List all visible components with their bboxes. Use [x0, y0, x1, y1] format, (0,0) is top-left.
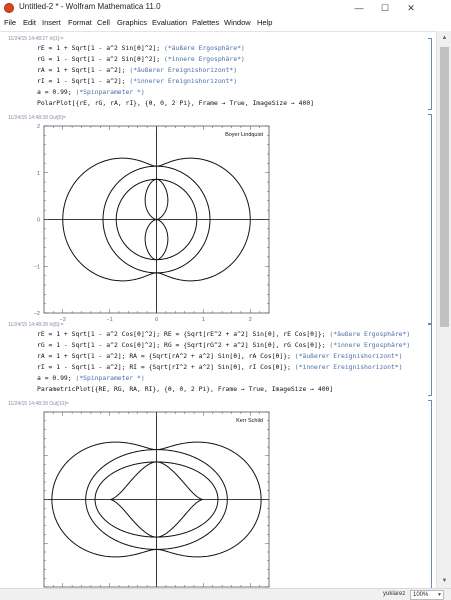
menu-evaluation[interactable]: Evaluation: [152, 18, 187, 27]
plot-annotation: Kerr Schild: [236, 418, 263, 424]
menu-file[interactable]: File: [4, 18, 16, 27]
plot-annotation: Boyer Lindquist: [225, 132, 263, 138]
code-line[interactable]: a = 0.99; (*Spinparameter *): [37, 88, 145, 96]
close-button[interactable]: ✕: [398, 0, 424, 16]
zoom-select[interactable]: 100% ▼: [410, 590, 444, 600]
notebook-area[interactable]: 11/24/15 14:48:27 In[1]:= rE = 1 + Sqrt[…: [0, 31, 436, 588]
cell-bracket[interactable]: [428, 324, 432, 396]
input-cell-label: 11/24/15 14:48:27 In[1]:=: [8, 36, 64, 42]
y-tick-label: −1: [34, 264, 40, 270]
code-line[interactable]: rE = 1 + Sqrt[1 - a^2 Sin[θ]^2]; (*äußer…: [37, 44, 245, 52]
scroll-down-arrow-icon[interactable]: ▼: [437, 574, 451, 588]
menu-insert[interactable]: Insert: [42, 18, 61, 27]
vertical-scrollbar[interactable]: ▲ ▼: [436, 31, 451, 588]
output-cell-label: 11/24/15 14:48:28 Out[6]=: [8, 115, 66, 121]
scrollbar-thumb[interactable]: [440, 47, 449, 327]
x-tick-label: 0: [155, 317, 158, 322]
code-line[interactable]: rA = 1 + Sqrt[1 - a^2]; RA = {Sqrt[rA^2 …: [37, 352, 403, 360]
minimize-button[interactable]: —: [346, 0, 372, 16]
menu-graphics[interactable]: Graphics: [117, 18, 147, 27]
status-bar: yuklarez 100% ▼: [0, 588, 451, 600]
cell-bracket[interactable]: [428, 400, 432, 588]
code-line[interactable]: a = 0.99; (*Spinparameter *): [37, 374, 145, 382]
x-tick-label: −1: [106, 317, 112, 322]
menu-bar: File Edit Insert Format Cell Graphics Ev…: [0, 16, 451, 30]
title-bar: Untitled-2 * - Wolfram Mathematica 11.0 …: [0, 0, 451, 16]
menu-help[interactable]: Help: [257, 18, 272, 27]
window-title: Untitled-2 * - Wolfram Mathematica 11.0: [19, 2, 161, 11]
y-tick-label: 2: [37, 124, 40, 130]
cell-bracket[interactable]: [428, 114, 432, 324]
code-line[interactable]: rI = 1 - Sqrt[1 - a^2]; (*innerer Ereign…: [37, 77, 237, 85]
x-tick-label: 2: [249, 317, 252, 322]
scroll-up-arrow-icon[interactable]: ▲: [437, 31, 451, 45]
polar-plot: −2 −1 0 1 2210−1−2Boyer Lindquist: [34, 124, 270, 323]
menu-format[interactable]: Format: [68, 18, 92, 27]
code-line[interactable]: PolarPlot[{rE, rG, rA, rI}, {θ, 0, 2 Pi}…: [37, 99, 314, 107]
output-cell-label: 11/24/15 14:48:28 Out[10]=: [8, 401, 69, 407]
code-line[interactable]: rG = 1 - Sqrt[1 - a^2 Cos[θ]^2]; RG = {S…: [37, 341, 410, 349]
cell-bracket[interactable]: [428, 38, 432, 110]
y-tick-label: 0: [37, 218, 40, 224]
code-line[interactable]: rA = 1 + Sqrt[1 - a^2]; (*äußerer Ereign…: [37, 66, 237, 74]
y-tick-label: −2: [34, 311, 40, 317]
menu-palettes[interactable]: Palettes: [192, 18, 219, 27]
code-line[interactable]: rG = 1 - Sqrt[1 - a^2 Sin[θ]^2]; (*inner…: [37, 55, 245, 63]
x-tick-label: 1: [202, 317, 205, 322]
output-plot-boyer-lindquist[interactable]: −2 −1 0 1 2 2 1 0 −1 −2 Boyer Lindquist: [0, 122, 428, 327]
code-line[interactable]: ParametricPlot[{RE, RG, RA, RI}, {θ, 0, …: [37, 385, 333, 393]
code-line[interactable]: rE = 1 + Sqrt[1 - a^2 Cos[θ]^2]; RE = {S…: [37, 330, 410, 338]
chevron-down-icon: ▼: [437, 592, 442, 598]
input-cell-label: 11/24/15 14:48:28 In[5]:=: [8, 322, 64, 328]
code-line[interactable]: rI = 1 - Sqrt[1 - a^2]; RI = {Sqrt[rI^2 …: [37, 363, 403, 371]
y-tick-label: 1: [37, 171, 40, 177]
output-plot-kerr-schild[interactable]: Kerr Schild: [0, 408, 428, 588]
menu-edit[interactable]: Edit: [23, 18, 36, 27]
menu-window[interactable]: Window: [224, 18, 251, 27]
parametric-plot: Kerr Schild: [43, 411, 270, 588]
maximize-button[interactable]: ☐: [372, 0, 398, 16]
menu-cell[interactable]: Cell: [97, 18, 110, 27]
mathematica-logo-icon: [4, 3, 14, 13]
status-text: yuklarez: [383, 591, 406, 597]
